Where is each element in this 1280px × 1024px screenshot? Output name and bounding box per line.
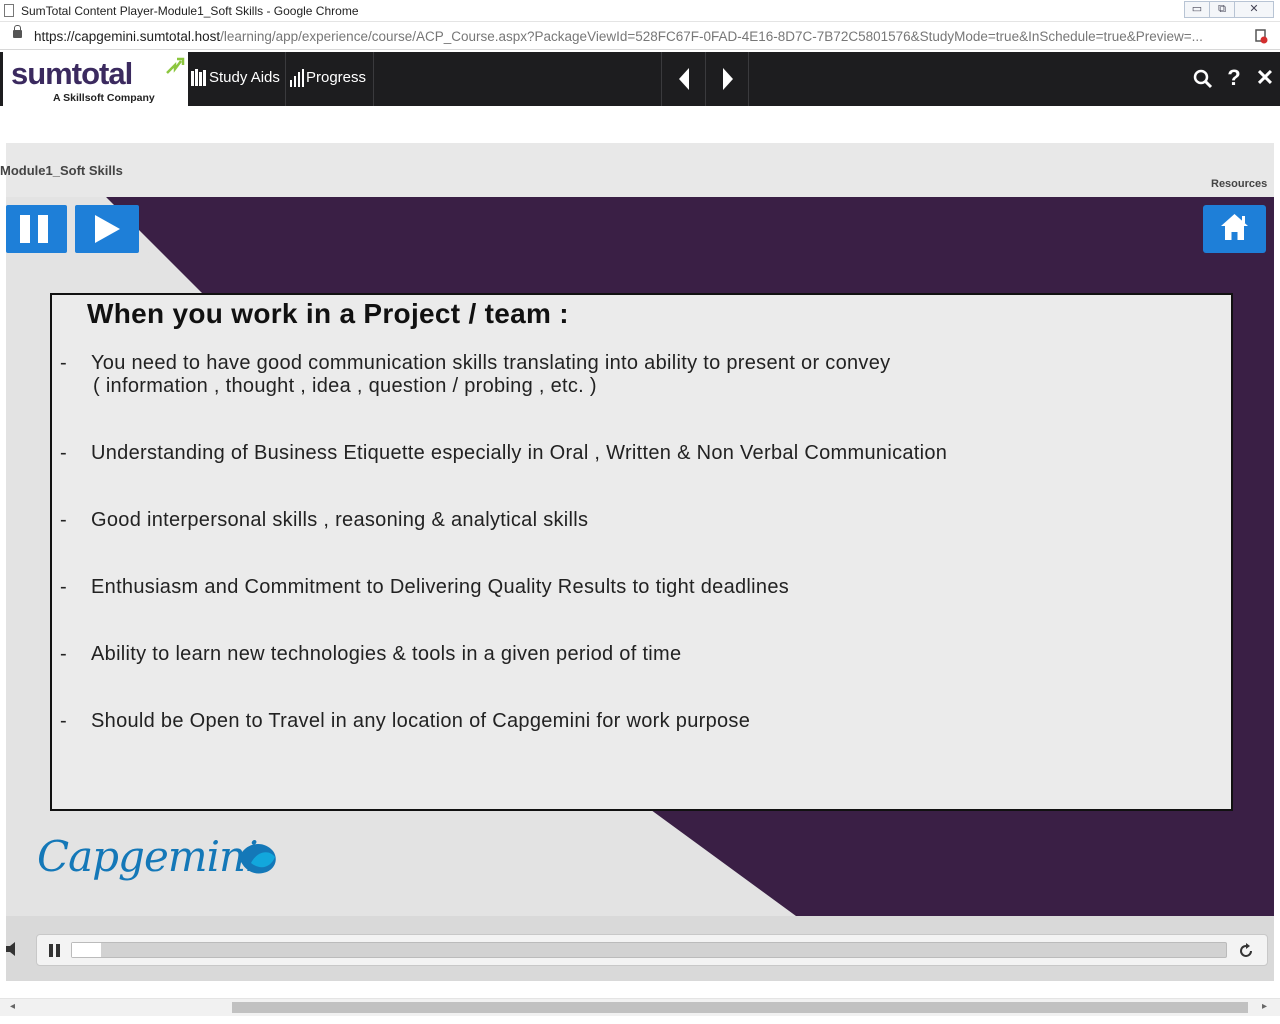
slide: When you work in a Project / team : - Yo… (6, 197, 1274, 916)
playback-bar (36, 934, 1268, 966)
nav-progress[interactable]: Progress (287, 52, 374, 106)
play-icon (95, 215, 120, 243)
module-title: Module1_Soft Skills (0, 163, 123, 178)
lock-icon (13, 25, 22, 38)
url-host: https://capgemini.sumtotal.host (34, 29, 221, 44)
capgemini-logo-text: Capgemini (37, 832, 259, 881)
slide-title: When you work in a Project / team : (87, 298, 569, 329)
bullet-marker: - (60, 352, 67, 374)
scroll-left-arrow-icon[interactable]: ◂ (10, 1001, 15, 1012)
sumtotal-logo: sumtotal A Skillsoft Company (3, 52, 188, 106)
url-path: /learning/app/experience/course/ACP_Cour… (220, 29, 1203, 44)
previous-button[interactable] (661, 52, 705, 106)
bullet-text: Understanding of Business Etiquette espe… (91, 442, 948, 464)
scroll-right-arrow-icon[interactable]: ▸ (1262, 1001, 1267, 1012)
close-window-button[interactable]: ✕ (1234, 1, 1274, 18)
extension-icon[interactable] (1254, 28, 1268, 44)
resources-link[interactable]: Resources (1211, 178, 1267, 190)
next-button[interactable] (705, 52, 749, 106)
bullet-text: Ability to learn new technologies & tool… (91, 643, 682, 665)
bullet-text: Enthusiasm and Commitment to Delivering … (91, 576, 790, 598)
pause-button[interactable] (6, 205, 67, 253)
bullet-marker: - (60, 442, 67, 464)
search-button[interactable] (1188, 52, 1218, 106)
bullet-text-continued: ( information , thought , idea , questio… (93, 375, 597, 397)
bullet-marker: - (60, 643, 67, 665)
bar-chart-icon (290, 69, 304, 88)
play-button[interactable] (75, 205, 139, 253)
browser-titlebar: SumTotal Content Player-Module1_Soft Ski… (0, 0, 1280, 22)
window-title: SumTotal Content Player-Module1_Soft Ski… (21, 4, 359, 18)
address-bar[interactable]: https://capgemini.sumtotal.host/learning… (0, 23, 1280, 50)
logo-text: sumtotal (11, 56, 133, 91)
books-icon (191, 69, 206, 87)
bullet-marker: - (60, 576, 67, 598)
home-button[interactable] (1203, 205, 1266, 253)
page-icon (4, 4, 14, 17)
chevron-left-icon (679, 68, 689, 90)
home-icon (1221, 214, 1248, 240)
help-button[interactable]: ? (1219, 52, 1249, 106)
nav-progress-label: Progress (306, 69, 367, 86)
horizontal-scrollbar[interactable]: ◂ ▸ (0, 998, 1280, 1016)
progress-fill (72, 943, 101, 957)
bullet-marker: - (60, 509, 67, 531)
pause-icon (20, 215, 48, 243)
chevron-right-icon (723, 68, 733, 90)
playback-pause-button[interactable] (49, 944, 61, 957)
restore-button[interactable]: ⧉ (1209, 1, 1235, 18)
search-icon (1193, 69, 1213, 89)
scrollbar-thumb[interactable] (232, 1002, 1248, 1013)
capgemini-spade-icon (239, 844, 276, 874)
bullet-text: Should be Open to Travel in any location… (91, 710, 751, 732)
bullet-marker: - (60, 710, 67, 732)
minimize-button[interactable]: ▭ (1184, 1, 1210, 18)
logo-leaf-icon (166, 57, 185, 74)
nav-study-aids[interactable]: Study Aids (188, 52, 286, 106)
logo-subtitle: A Skillsoft Company (53, 92, 155, 104)
nav-study-aids-label: Study Aids (209, 69, 280, 86)
content-box: When you work in a Project / team : - Yo… (50, 293, 1233, 811)
url-text[interactable]: https://capgemini.sumtotal.host/learning… (34, 29, 1244, 44)
close-player-button[interactable]: ✕ (1250, 52, 1280, 106)
playback-controls (6, 916, 1274, 981)
bullet-text: Good interpersonal skills , reasoning & … (91, 509, 589, 531)
progress-track[interactable] (71, 942, 1227, 958)
replay-icon[interactable] (1237, 942, 1255, 960)
volume-icon[interactable] (6, 940, 20, 958)
bullet-text: You need to have good communication skil… (91, 352, 891, 374)
